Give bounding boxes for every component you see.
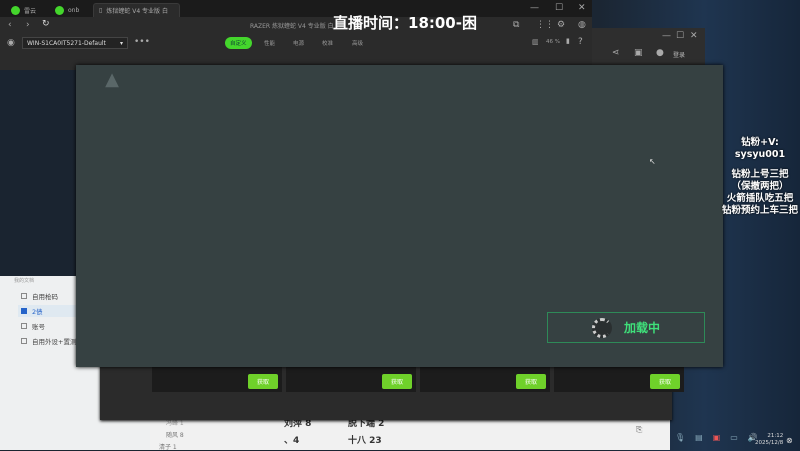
feedback-icon[interactable]: ▣: [634, 48, 643, 58]
battery-icon: ▮: [566, 37, 570, 45]
more-button[interactable]: •••: [134, 37, 150, 47]
back-button[interactable]: ‹: [8, 20, 12, 30]
share-icon[interactable]: ⋖: [612, 48, 620, 58]
maximize-button[interactable]: ☐: [555, 3, 563, 13]
overlay-line: 火箭插队吃五把: [726, 193, 794, 204]
chevron-down-icon: ▾: [119, 40, 123, 47]
minimize-button[interactable]: —: [662, 31, 671, 41]
overlay-line: 钻粉+V:: [741, 137, 779, 148]
maximize-button[interactable]: ☐: [676, 31, 684, 41]
refresh-button[interactable]: ↻: [42, 19, 50, 29]
gear-icon[interactable]: ⚙: [557, 20, 565, 30]
clock-date: 2025/12/8: [755, 440, 784, 446]
mouse-icon: ▯: [99, 7, 103, 14]
help-icon[interactable]: ?: [578, 37, 583, 47]
nav-advanced[interactable]: 高级: [352, 39, 363, 47]
doc-icon: [21, 323, 27, 329]
live-schedule-banner: 直播时间：18:00-困: [333, 14, 477, 32]
clock-time: 21:12: [767, 433, 784, 439]
tab-label: 雷云: [24, 7, 37, 15]
tab-mouse[interactable]: ▯ 炼狱蝰蛇 V4 专业版 白: [93, 3, 180, 17]
nav-calibration[interactable]: 校准: [322, 39, 333, 47]
secondary-window: — ☐ ✕ ⋖ ▣ ● 登录: [592, 28, 705, 66]
get-button[interactable]: 获取: [516, 374, 546, 389]
device-icon: ◉: [7, 38, 15, 48]
nav-performance[interactable]: 性能: [264, 39, 275, 47]
profile-value: WIN-S1CA0IT5271-Default: [27, 40, 106, 47]
notification-icon[interactable]: ⊗: [786, 436, 793, 445]
overlay-line: 钻粉预约上车三把: [721, 205, 798, 216]
item-label: 账号: [32, 323, 45, 331]
text: 十八 23: [348, 436, 382, 446]
doc-icon: [21, 293, 27, 299]
network-icon[interactable]: ▭: [730, 433, 738, 442]
section-header: 我的文档: [14, 278, 35, 284]
overlay-line: sysyu001: [734, 149, 786, 160]
stream-overlay-text: 钻粉+V: sysyu001 钻粉上号三把 （保撤两把） 火箭插队吃五把 钻粉预…: [718, 137, 800, 217]
razer-icon: [11, 5, 20, 15]
item-label: 自用外设+置测: [32, 338, 77, 346]
tab-bar: 雷云 onb ▯ 炼狱蝰蛇 V4 专业版 白 — ☐ ✕: [0, 0, 592, 17]
triangle-logo-icon: ▲: [105, 69, 119, 90]
battery-percent: 46 %: [546, 39, 560, 45]
tab-label: onb: [68, 6, 80, 14]
tab-label: 炼狱蝰蛇 V4 专业版 白: [106, 8, 168, 15]
profile-select[interactable]: WIN-S1CA0IT5271-Default ▾: [22, 37, 128, 49]
item-label: 2债: [32, 308, 43, 316]
close-button[interactable]: ✕: [578, 3, 586, 13]
headset-icon[interactable]: ◍: [578, 20, 586, 30]
document-content: 随风 8 清子 1 、4 十八 23 冯峰 1 刘萍 8 脱下端 2 ⎘: [150, 415, 670, 451]
nav-power[interactable]: 电源: [293, 39, 304, 47]
microphone-icon[interactable]: 🎙: [675, 433, 685, 442]
overlay-line: 钻粉上号三把: [731, 169, 789, 180]
nav-customize[interactable]: 自定义: [225, 37, 252, 49]
mouse-cursor-icon: ↖: [649, 157, 656, 166]
window-mode-icon[interactable]: ⧉: [513, 20, 519, 30]
minimize-button[interactable]: —: [530, 3, 539, 13]
razer-synapse-window: 雷云 onb ▯ 炼狱蝰蛇 V4 专业版 白 — ☐ ✕ ‹ › ↻ RAZER …: [0, 0, 592, 70]
system-tray: 🎙 ▤ ▣ ▭ 🔊: [675, 433, 758, 442]
input-icon[interactable]: ▤: [695, 433, 703, 442]
delta-force-logo: ▲: [90, 70, 134, 90]
text: 、4: [284, 436, 300, 446]
side-tool-icon[interactable]: ⎘: [636, 425, 642, 435]
apps-grid-icon[interactable]: ⋮⋮: [536, 20, 554, 30]
app-tray-icon[interactable]: ▣: [713, 433, 721, 442]
avatar-icon[interactable]: ●: [656, 48, 664, 58]
app-icon: [55, 5, 64, 15]
window-title: RAZER 炼狱蝰蛇 V4 专业版 白: [250, 23, 334, 30]
doc-icon: [21, 338, 27, 344]
get-button[interactable]: 获取: [248, 374, 278, 389]
spinner-icon: [591, 317, 612, 338]
close-button[interactable]: ✕: [690, 31, 698, 41]
doc-icon: [21, 308, 27, 314]
book-icon: ▥: [532, 38, 539, 46]
text: 随风 8: [166, 432, 184, 439]
forward-button[interactable]: ›: [26, 20, 30, 30]
tab-razer-cloud[interactable]: 雷云: [6, 3, 41, 17]
tab-second[interactable]: onb: [50, 3, 84, 17]
get-button[interactable]: 获取: [650, 374, 680, 389]
loading-text: 加载中: [623, 321, 660, 335]
overlay-line: （保撤两把）: [731, 181, 789, 192]
system-clock[interactable]: 21:12 2025/12/8: [755, 433, 783, 447]
loading-indicator: 加载中: [547, 312, 705, 343]
get-button[interactable]: 获取: [382, 374, 412, 389]
login-link[interactable]: 登录: [673, 50, 685, 59]
item-label: 自用枪码: [32, 293, 58, 301]
